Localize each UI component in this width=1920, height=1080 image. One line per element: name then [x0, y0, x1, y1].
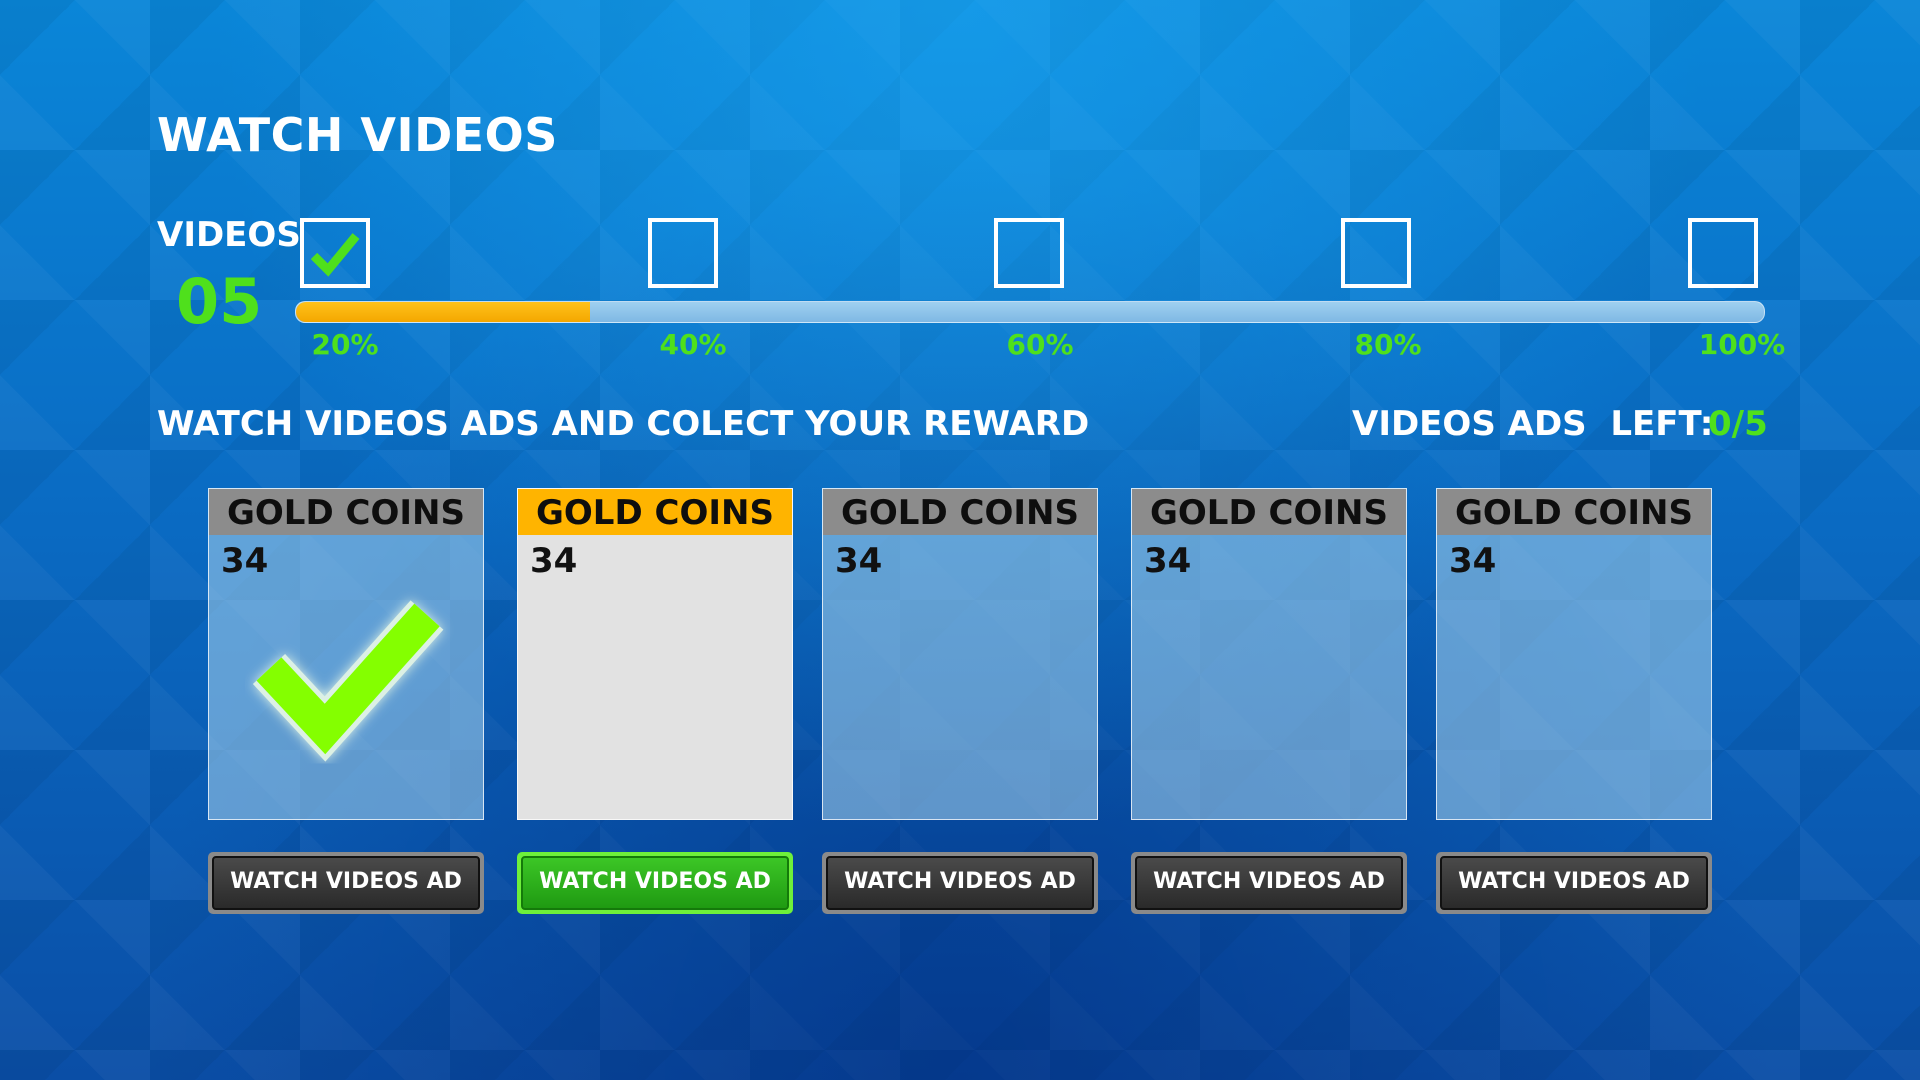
ads-left-label: VIDEOS ADS LEFT: [1352, 404, 1714, 444]
watch-video-ad-button-5[interactable]: WATCH VIDEOS AD [1436, 852, 1712, 914]
milestone-label-4: 80% [1354, 328, 1422, 361]
milestone-checkbox-4 [1341, 218, 1411, 288]
milestone-checkbox-3 [994, 218, 1064, 288]
watch-video-ad-button-2[interactable]: WATCH VIDEOS AD [517, 852, 793, 914]
watch-video-ad-button-4[interactable]: WATCH VIDEOS AD [1131, 852, 1407, 914]
reward-card-4: GOLD COINS 34 [1131, 488, 1407, 820]
reward-value: 34 [1144, 541, 1192, 581]
big-checkmark-icon [252, 600, 444, 762]
milestone-label-1: 20% [311, 328, 379, 361]
button-label: WATCH VIDEOS AD [1440, 856, 1708, 910]
button-label: WATCH VIDEOS AD [1135, 856, 1403, 910]
reward-card-1: GOLD COINS 34 [208, 488, 484, 820]
watch-video-ad-button-1[interactable]: WATCH VIDEOS AD [208, 852, 484, 914]
reward-title: GOLD COINS [209, 489, 483, 535]
page-title: WATCH VIDEOS [157, 108, 558, 162]
progress-fill [296, 302, 590, 322]
reward-title: GOLD COINS [518, 489, 792, 535]
progress-bar [295, 301, 1765, 323]
milestone-label-5: 100% [1698, 328, 1786, 361]
reward-card-5: GOLD COINS 34 [1436, 488, 1712, 820]
checkmark-icon [310, 233, 360, 277]
ads-left-value: 0/5 [1708, 404, 1768, 444]
videos-label: VIDEOS [157, 215, 301, 255]
milestone-checkbox-5 [1688, 218, 1758, 288]
button-label: WATCH VIDEOS AD [521, 856, 789, 910]
reward-value: 34 [835, 541, 883, 581]
milestone-checkbox-2 [648, 218, 718, 288]
milestone-label-2: 40% [659, 328, 727, 361]
reward-title: GOLD COINS [1437, 489, 1711, 535]
watch-video-ad-button-3[interactable]: WATCH VIDEOS AD [822, 852, 1098, 914]
milestone-checkbox-1 [300, 218, 370, 288]
reward-card-2: GOLD COINS 34 [517, 488, 793, 820]
button-label: WATCH VIDEOS AD [212, 856, 480, 910]
button-label: WATCH VIDEOS AD [826, 856, 1094, 910]
milestone-label-3: 60% [1006, 328, 1074, 361]
reward-value: 34 [530, 541, 578, 581]
reward-title: GOLD COINS [823, 489, 1097, 535]
videos-count: 05 [176, 265, 263, 338]
reward-title: GOLD COINS [1132, 489, 1406, 535]
reward-value: 34 [1449, 541, 1497, 581]
instructions-text: WATCH VIDEOS ADS AND COLECT YOUR REWARD [157, 404, 1090, 444]
reward-card-3: GOLD COINS 34 [822, 488, 1098, 820]
